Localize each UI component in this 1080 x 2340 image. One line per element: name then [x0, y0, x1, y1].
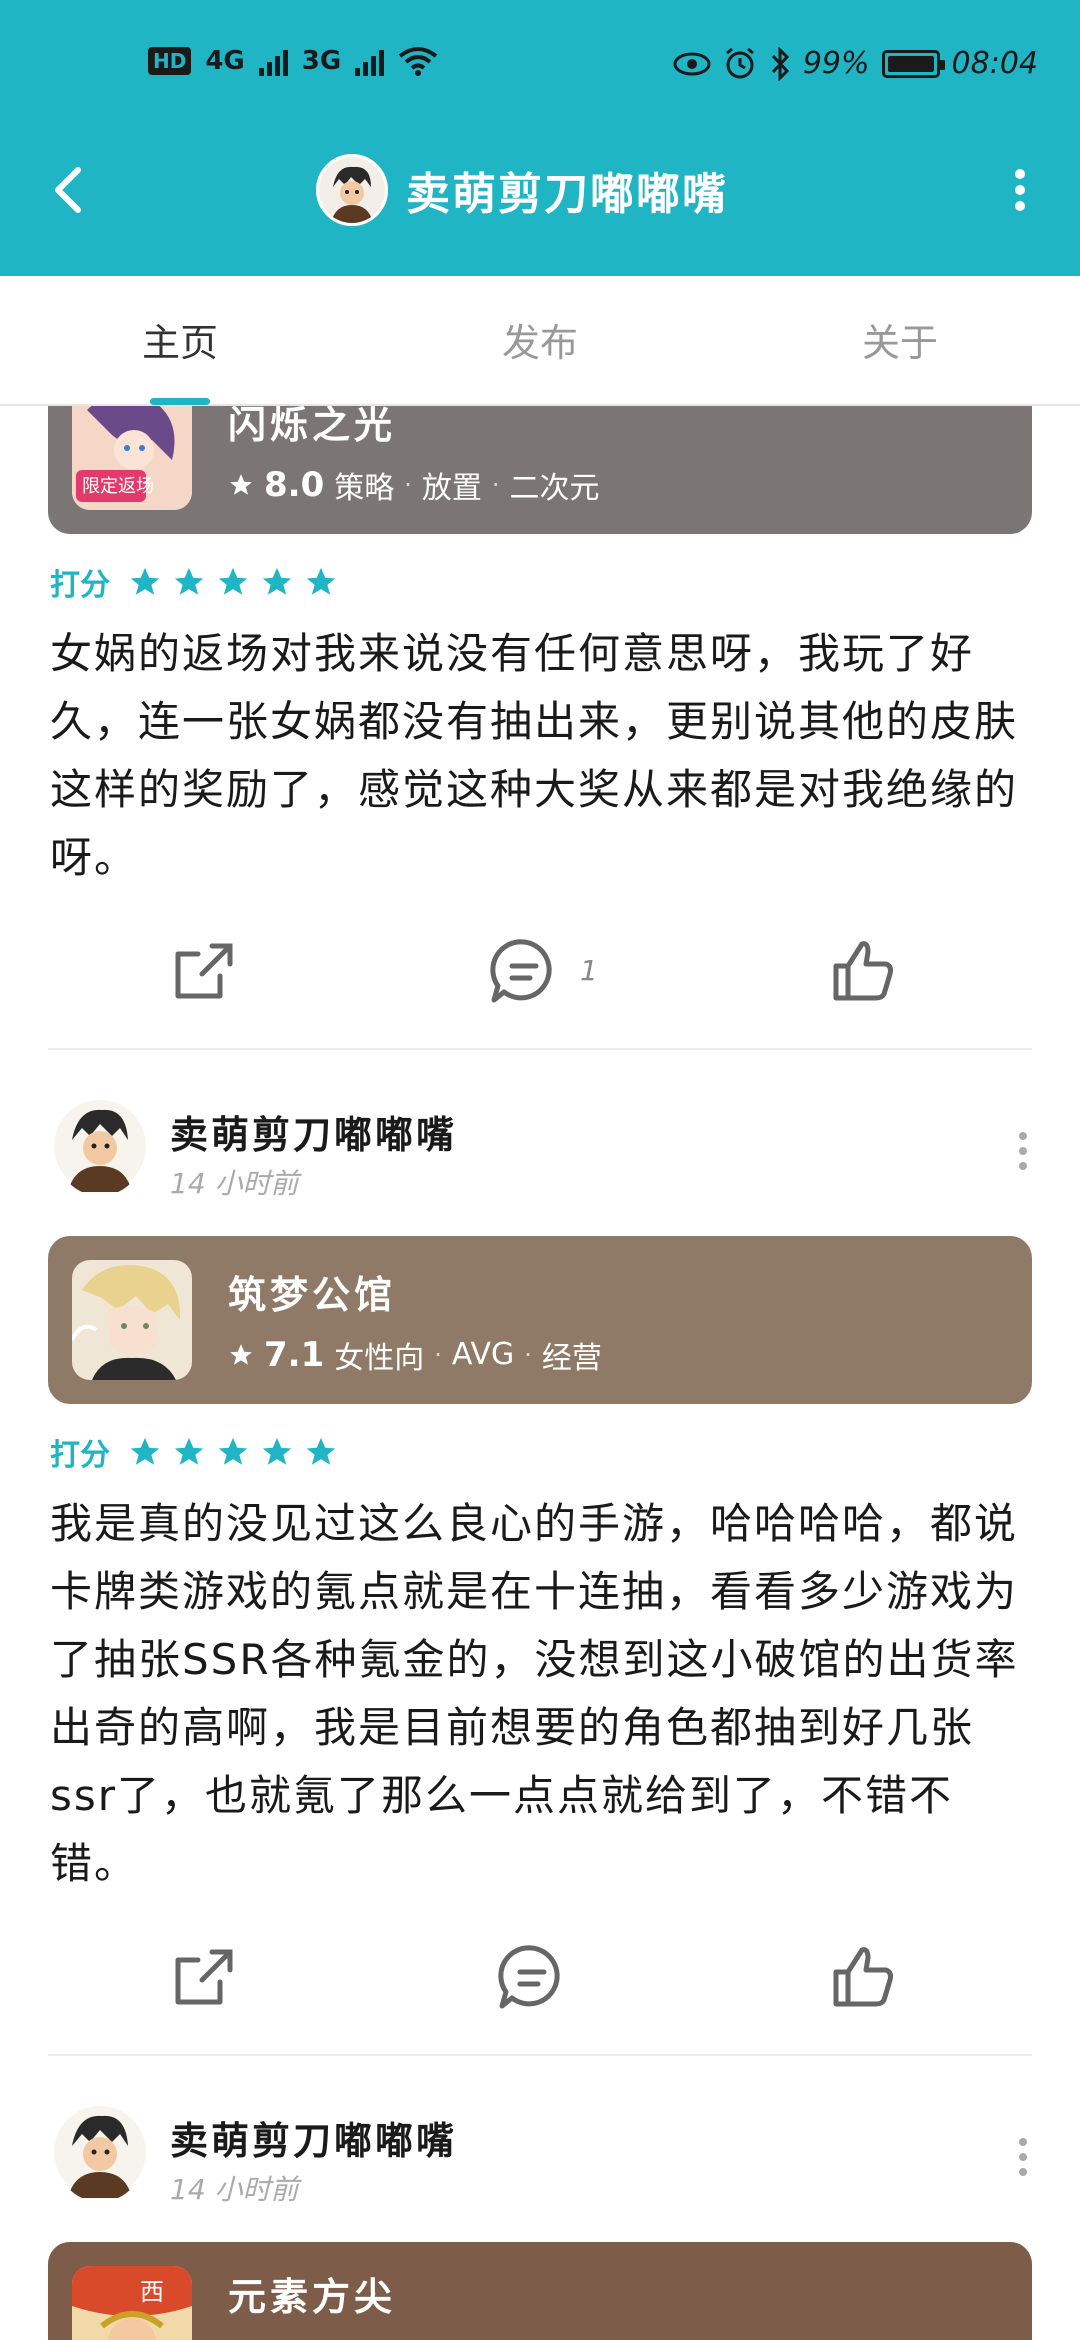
star-icon	[230, 473, 252, 495]
review-text: 女娲的返场对我来说没有任何意思呀，我玩了好久，连一张女娲都没有抽出来，更别说其他…	[50, 629, 1019, 882]
tab-about[interactable]: 关于	[800, 312, 1000, 367]
alarm-icon	[725, 47, 754, 78]
star-icon	[174, 567, 204, 595]
tag-separator: ·	[404, 470, 412, 499]
post-header: 卖萌剪刀嘟嘟嘴 14 小时前	[0, 2102, 1080, 2212]
share-icon[interactable]	[164, 932, 244, 1012]
star-icon	[218, 1437, 248, 1465]
comment-icon[interactable]	[484, 932, 564, 1012]
more-vertical-icon[interactable]	[1000, 160, 1040, 220]
comment-icon[interactable]	[492, 1938, 572, 2018]
post-username[interactable]: 卖萌剪刀嘟嘟嘴	[170, 1104, 457, 1159]
star-icon	[306, 567, 336, 595]
star-icon	[262, 567, 292, 595]
game-card[interactable]: 筑梦公馆 7.1 女性向 · AVG · 经营	[48, 1236, 1032, 1404]
tag-separator: ·	[524, 1340, 532, 1369]
game-name: 筑梦公馆	[228, 1272, 397, 1317]
star-icon	[174, 1437, 204, 1465]
star-icon	[218, 567, 248, 595]
game-meta: 8.0 策略 · 放置 · 二次元	[228, 463, 600, 507]
battery-percent: 99%	[802, 46, 870, 81]
status-right: 99% 08:04	[673, 46, 1038, 81]
game-card[interactable]: 限定返场 闪烁之光 8.0 策略 · 放置 · 二次元	[48, 406, 1032, 534]
network-3g-label: 3G	[301, 46, 342, 76]
signal-icon	[258, 46, 288, 76]
rating-row: 打分	[50, 1430, 338, 1474]
back-arrow-icon[interactable]	[40, 160, 100, 220]
tab-active-indicator	[150, 398, 210, 405]
clock: 08:04	[951, 46, 1038, 81]
status-left: HD 4G 3G	[148, 46, 438, 76]
game-tag: 二次元	[509, 470, 600, 506]
rating-label: 打分	[50, 568, 110, 603]
signal-icon-2	[355, 46, 385, 76]
game-info: 闪烁之光 8.0 策略 · 放置 · 二次元	[228, 406, 600, 507]
game-icon	[72, 1260, 192, 1380]
like-icon[interactable]	[824, 932, 904, 1012]
network-4g-label: 4G	[205, 46, 245, 76]
svg-text:限定返场: 限定返场	[82, 476, 154, 497]
svg-text:西: 西	[140, 2278, 164, 2306]
eye-icon	[673, 52, 711, 75]
profile-title: 卖萌剪刀嘟嘟嘴	[316, 154, 728, 226]
game-score: 7.1	[264, 1334, 325, 1375]
rating-label: 打分	[50, 1438, 110, 1473]
game-score: 8.0	[264, 464, 325, 505]
app-header: HD 4G 3G 99% 08:04 卖萌剪刀嘟嘟嘴	[0, 0, 1080, 276]
game-tag: 放置	[421, 470, 482, 506]
bluetooth-icon	[771, 46, 789, 81]
game-info: 筑梦公馆 7.1 女性向 · AVG · 经营	[228, 1264, 602, 1377]
star-icon	[130, 1437, 160, 1465]
like-icon[interactable]	[824, 1938, 904, 2018]
battery-icon	[881, 49, 945, 78]
post-actions: 1	[0, 932, 1080, 1032]
game-icon: 限定返场	[72, 406, 192, 510]
avatar[interactable]	[54, 1096, 146, 1196]
hd-badge: HD	[148, 47, 192, 75]
wifi-icon	[398, 47, 438, 76]
share-icon[interactable]	[164, 1938, 244, 2018]
tag-separator: ·	[434, 1340, 442, 1369]
divider	[48, 2054, 1032, 2056]
rating-row: 打分	[50, 560, 338, 604]
divider	[48, 1048, 1032, 1050]
tag-separator: ·	[491, 470, 500, 499]
game-card[interactable]: 西 元素方尖	[48, 2242, 1032, 2340]
game-tag: AVG	[451, 1337, 515, 1372]
review-text: 我是真的没见过这么良心的手游，哈哈哈哈，都说卡牌类游戏的氪点就是在十连抽，看看多…	[50, 1499, 1019, 1888]
tab-home[interactable]: 主页	[80, 312, 280, 367]
star-icon	[130, 567, 160, 595]
game-tag: 经营	[541, 1340, 602, 1376]
avatar[interactable]	[54, 2102, 146, 2202]
game-icon: 西	[72, 2266, 192, 2340]
star-icon	[306, 1437, 336, 1465]
comment-count: 1	[580, 954, 598, 987]
game-name: 闪烁之光	[228, 406, 397, 447]
post-timestamp: 14 小时前	[170, 2173, 299, 2206]
post-more-icon[interactable]	[1008, 1126, 1038, 1176]
post-username[interactable]: 卖萌剪刀嘟嘟嘴	[170, 2110, 457, 2165]
post-feed[interactable]: 限定返场 闪烁之光 8.0 策略 · 放置 · 二次元 打分 女娲的返场对我来说没有…	[0, 406, 1080, 2340]
game-tag: 女性向	[334, 1340, 425, 1376]
game-name: 元素方尖	[228, 2275, 397, 2319]
page-title: 卖萌剪刀嘟嘟嘴	[406, 169, 728, 220]
game-meta: 7.1 女性向 · AVG · 经营	[228, 1333, 602, 1377]
title-bar: 卖萌剪刀嘟嘟嘴	[0, 130, 1080, 276]
post-timestamp: 14 小时前	[170, 1167, 299, 1200]
star-icon	[230, 1343, 252, 1365]
post-header: 卖萌剪刀嘟嘟嘴 14 小时前	[0, 1096, 1080, 1206]
star-icon	[262, 1437, 292, 1465]
game-info: 元素方尖	[228, 2266, 396, 2321]
post-more-icon[interactable]	[1008, 2132, 1038, 2182]
profile-tabs: 主页 发布 关于	[0, 276, 1080, 406]
avatar[interactable]	[316, 154, 388, 226]
tab-publish[interactable]: 发布	[440, 312, 640, 367]
status-bar: HD 4G 3G 99% 08:04	[0, 0, 1080, 130]
post-actions	[0, 1938, 1080, 2038]
game-tag: 策略	[334, 470, 395, 506]
